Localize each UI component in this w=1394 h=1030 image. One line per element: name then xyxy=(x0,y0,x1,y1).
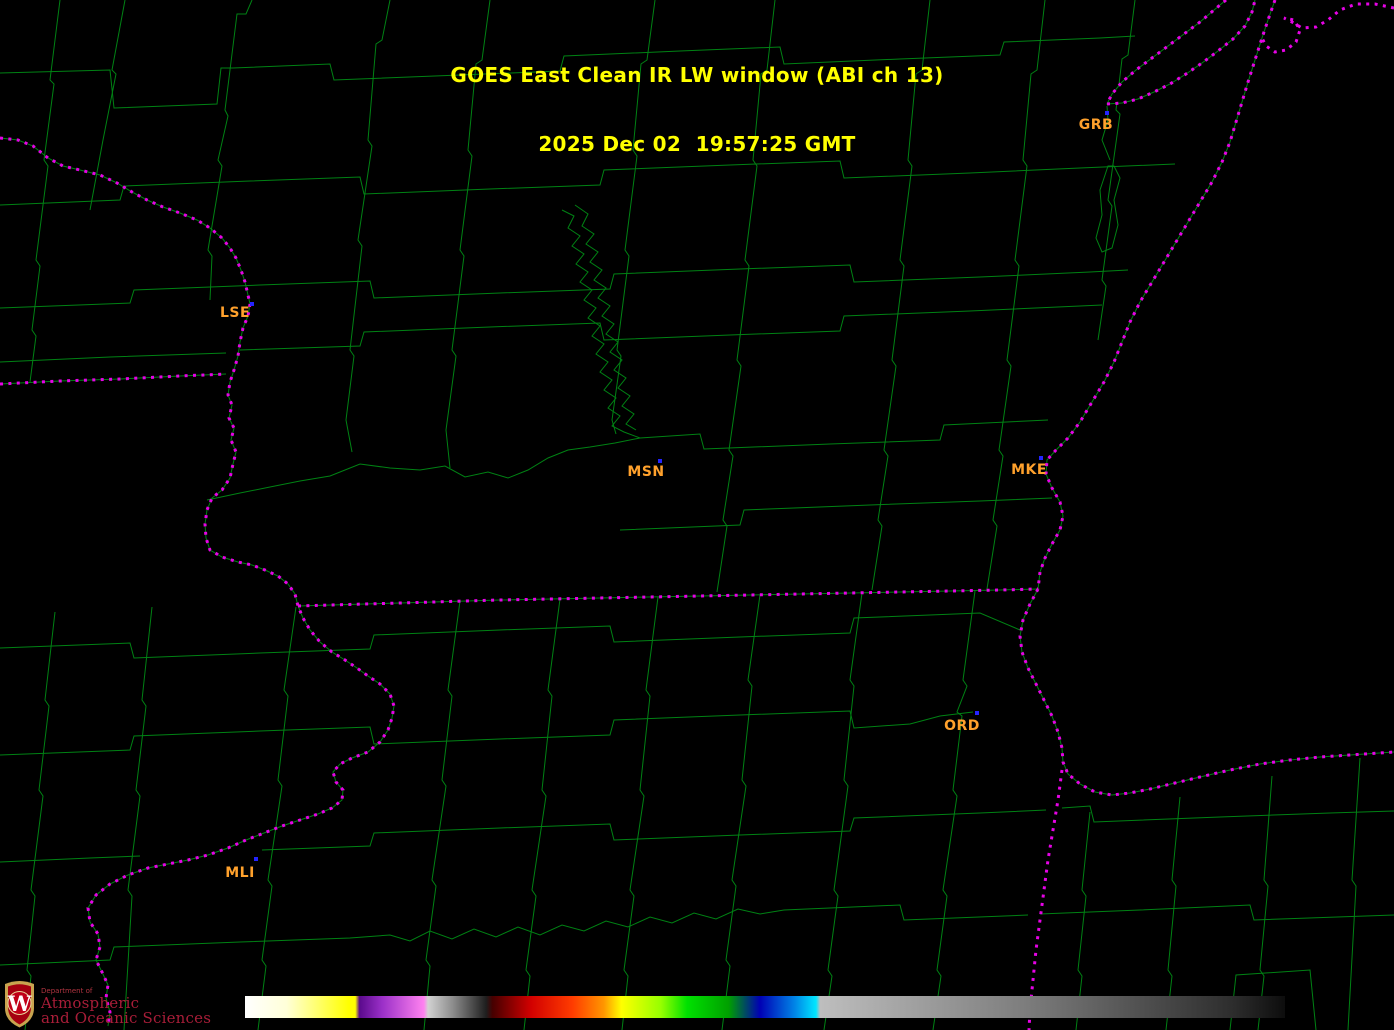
county-line xyxy=(1062,806,1394,822)
title-line-1: GOES East Clean IR LW window (ABI ch 13) xyxy=(0,64,1394,87)
county-line xyxy=(0,265,1128,308)
station-dot-mli xyxy=(254,857,258,861)
county-line xyxy=(620,498,1052,530)
station-label-mli: MLI xyxy=(225,865,255,881)
county-line xyxy=(1040,905,1394,920)
station-dot-msn xyxy=(658,459,662,463)
uw-aos-logo: W Department of Atmospheric and Oceanic … xyxy=(2,979,211,1028)
county-line xyxy=(1348,758,1360,1030)
station-label-msn: MSN xyxy=(627,464,664,480)
logo-line-2: and Oceanic Sciences xyxy=(41,1011,211,1026)
county-line xyxy=(933,591,975,1030)
uw-crest-icon: W xyxy=(2,979,37,1028)
county-line xyxy=(0,711,973,755)
river-line xyxy=(207,438,640,500)
county-line xyxy=(722,595,760,1030)
county-line xyxy=(1258,776,1272,1030)
mississippi-river-border xyxy=(0,138,394,1026)
county-line xyxy=(0,613,1020,658)
station-label-ord: ORD xyxy=(944,718,980,734)
title-line-2: 2025 Dec 02 19:57:25 GMT xyxy=(0,133,1394,156)
goes-ir-satellite-viewer: { "title": { "line1": "GOES East Clean I… xyxy=(0,0,1394,1030)
county-line xyxy=(240,305,1102,350)
county-line xyxy=(524,599,560,1030)
county-line xyxy=(0,856,140,862)
county-line xyxy=(824,593,862,1030)
station-label-mke: MKE xyxy=(1011,462,1047,478)
county-line xyxy=(640,420,1048,449)
county-line xyxy=(25,612,55,1030)
county-line xyxy=(424,601,460,1030)
river-line xyxy=(0,905,1028,965)
station-dot-lse xyxy=(250,302,254,306)
mississippi-river-green xyxy=(0,138,394,1026)
il-in-border xyxy=(1029,770,1062,1030)
county-line xyxy=(258,607,296,1030)
county-line xyxy=(262,810,1046,850)
station-dot-mke xyxy=(1039,456,1043,460)
station-label-lse: LSE xyxy=(220,305,250,321)
ir-temperature-colorbar xyxy=(245,996,1285,1018)
svg-text:W: W xyxy=(7,991,32,1016)
county-line xyxy=(622,597,658,1030)
county-line xyxy=(124,607,152,1030)
image-title: GOES East Clean IR LW window (ABI ch 13)… xyxy=(0,18,1394,179)
station-dot-ord xyxy=(975,711,979,715)
